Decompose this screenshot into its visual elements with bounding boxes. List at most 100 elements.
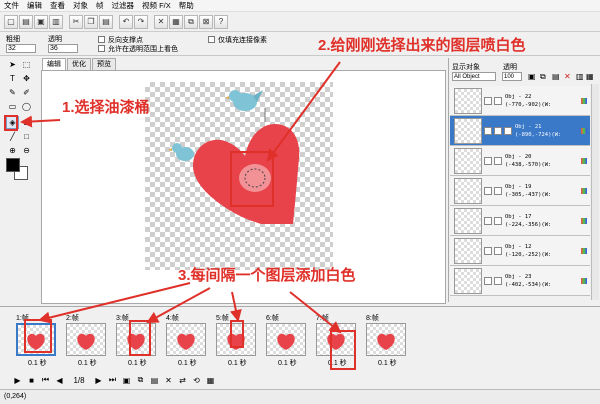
frame-thumbnail[interactable] (66, 323, 106, 356)
layer-row[interactable]: Obj - 23 (-402,-534)(W: (450, 266, 590, 296)
frame-delay[interactable]: 0.1 秒 (78, 358, 97, 368)
open-icon[interactable]: ▤ (19, 14, 33, 29)
status-bar: (0,264) (0, 389, 600, 404)
layer-icon-1[interactable]: ▣ (528, 72, 536, 81)
transparent-view-label: 允许在透明范围上看色 (108, 46, 178, 53)
layer-name: Obj - 12 (505, 243, 532, 250)
next-frame-icon[interactable]: ▶ (93, 376, 104, 385)
lasso-icon[interactable]: ◯ (20, 100, 33, 113)
prev-frame-icon[interactable]: ◀ (54, 376, 65, 385)
frame-delay[interactable]: 0.1 秒 (178, 358, 197, 368)
menu-help[interactable]: 帮助 (175, 0, 198, 12)
frame-tool-icon-2[interactable]: ⧉ (135, 375, 146, 385)
layers-scrollbar[interactable] (591, 84, 599, 300)
fill-transparent-checkbox[interactable] (208, 36, 215, 43)
play-icon[interactable]: ▶ (12, 376, 23, 385)
menu-file[interactable]: 文件 (0, 0, 23, 12)
layer-row[interactable]: Obj - 17 (-224,-356)(W: (450, 206, 590, 236)
thickness-input[interactable]: 32 (6, 44, 36, 53)
brush-icon[interactable]: ✐ (20, 86, 33, 99)
frame-delay[interactable]: 0.1 秒 (128, 358, 147, 368)
cursor-coords: (0,264) (4, 393, 27, 400)
foreground-color-swatch[interactable] (6, 158, 20, 172)
tab-optimize[interactable]: 优化 (67, 58, 91, 70)
menu-edit[interactable]: 编辑 (23, 0, 46, 12)
menu-object[interactable]: 对象 (69, 0, 92, 12)
redo-icon[interactable]: ↷ (134, 14, 148, 29)
paste-icon[interactable]: ▤ (99, 14, 113, 29)
text-icon[interactable]: T (6, 72, 19, 85)
rect-icon[interactable]: □ (20, 130, 33, 143)
menu-frame[interactable]: 帧 (92, 0, 108, 12)
layer-row[interactable]: Obj - 20 (-438,-570)(W: (450, 146, 590, 176)
layer-icon-2[interactable]: ⧉ (540, 72, 546, 82)
frame-tool-icon-3[interactable]: ▤ (149, 376, 160, 385)
layer-name: Obj - 17 (505, 213, 532, 220)
layer-name: Obj - 21 (515, 123, 542, 130)
antialias-checkbox[interactable] (98, 36, 105, 43)
menu-filter[interactable]: 过滤器 (108, 0, 139, 12)
save-as-icon[interactable]: ▥ (49, 14, 63, 29)
frame-delay[interactable]: 0.1 秒 (228, 358, 247, 368)
frame-delay[interactable]: 0.1 秒 (28, 358, 47, 368)
layer-opacity-input[interactable]: 100 (502, 72, 522, 81)
layer-opacity-label: 透明 (503, 64, 517, 71)
frame-tool-icon-1[interactable]: ▣ (121, 376, 132, 385)
opacity-input[interactable]: 36 (48, 44, 78, 53)
frame-delay[interactable]: 0.1 秒 (278, 358, 297, 368)
playback-bar: ▶ ■ ⏮ ◀ 1/8 ▶ ⏭ ▣ ⧉ ▤ ✕ ⇄ ⟲ ▦ (0, 372, 600, 388)
delete-frame-icon[interactable]: ⊠ (199, 14, 213, 29)
annotation-step3: 3.每间隔一个图层添加白色 (178, 267, 356, 284)
tab-preview[interactable]: 预览 (92, 58, 116, 70)
arrow-icon[interactable]: ➤ (6, 58, 19, 71)
frame-thumbnail[interactable] (266, 323, 306, 356)
menu-view[interactable]: 查看 (46, 0, 69, 12)
frame-tool-icon-6[interactable]: ▦ (205, 376, 216, 385)
menu-bar: 文件 编辑 查看 对象 帧 过滤器 视频 F/X 帮助 (0, 0, 600, 12)
layer-row[interactable]: Obj - 12 (-120,-252)(W: (450, 236, 590, 266)
delete-layer-icon[interactable]: ✕ (564, 72, 571, 81)
move-icon[interactable]: ✥ (20, 72, 33, 85)
frame-thumbnail[interactable] (166, 323, 206, 356)
pen-icon[interactable]: ✎ (6, 86, 19, 99)
frame-tool-icon-4[interactable]: ⇄ (177, 376, 188, 385)
help-icon[interactable]: ? (214, 14, 228, 29)
show-objects-select[interactable]: All Object (452, 72, 496, 81)
layer-icon-5[interactable]: ▦ (586, 72, 594, 81)
delete-icon[interactable]: ✕ (154, 14, 168, 29)
line-icon[interactable]: ╱ (6, 130, 19, 143)
frame-tool-icon-5[interactable]: ⟲ (191, 376, 202, 385)
layer-row[interactable]: Obj - 22 (-770,-902)(W: (450, 86, 590, 116)
layer-icon-3[interactable]: ▤ (552, 72, 560, 81)
duplicate-icon[interactable]: ⧉ (184, 14, 198, 29)
stop-icon[interactable]: ■ (26, 376, 37, 385)
annotation-step1: 1.选择油漆桶 (62, 99, 150, 116)
last-frame-icon[interactable]: ⏭ (107, 375, 118, 385)
frame-delete-icon[interactable]: ✕ (163, 376, 174, 385)
layer-row[interactable]: Obj - 19 (-305,-437)(W: (450, 176, 590, 206)
layer-row[interactable]: Obj - 21 (-890,-724)(W: (450, 116, 590, 146)
frame-3-highlight (129, 320, 151, 356)
eraser-icon[interactable]: ▭ (6, 100, 19, 113)
frame-counter: 1/8 (73, 375, 85, 385)
eyedropper-icon[interactable]: ⊿ (20, 116, 33, 129)
select-icon[interactable]: ⬚ (20, 58, 33, 71)
zoom-in-icon[interactable]: ⊕ (6, 144, 19, 157)
transparent-view-checkbox[interactable] (98, 45, 105, 52)
first-frame-icon[interactable]: ⏮ (40, 375, 51, 385)
copy-icon[interactable]: ❐ (84, 14, 98, 29)
frame-delay[interactable]: 0.1 秒 (378, 358, 397, 368)
new-icon[interactable]: ▢ (4, 14, 18, 29)
cut-icon[interactable]: ✂ (69, 14, 83, 29)
undo-icon[interactable]: ↶ (119, 14, 133, 29)
frame-thumbnail[interactable] (366, 323, 406, 356)
save-icon[interactable]: ▣ (34, 14, 48, 29)
opacity-label: 透明 (48, 36, 62, 43)
layer-coords: (-402,-534)(W: (505, 281, 552, 288)
zoom-out-icon[interactable]: ⊖ (20, 144, 33, 157)
frame-1-highlight (24, 319, 52, 353)
tab-edit[interactable]: 编辑 (42, 58, 66, 70)
layer-icon-4[interactable]: ▥ (576, 72, 584, 81)
menu-video-fx[interactable]: 视频 F/X (138, 0, 175, 12)
add-frame-icon[interactable]: ▦ (169, 14, 183, 29)
